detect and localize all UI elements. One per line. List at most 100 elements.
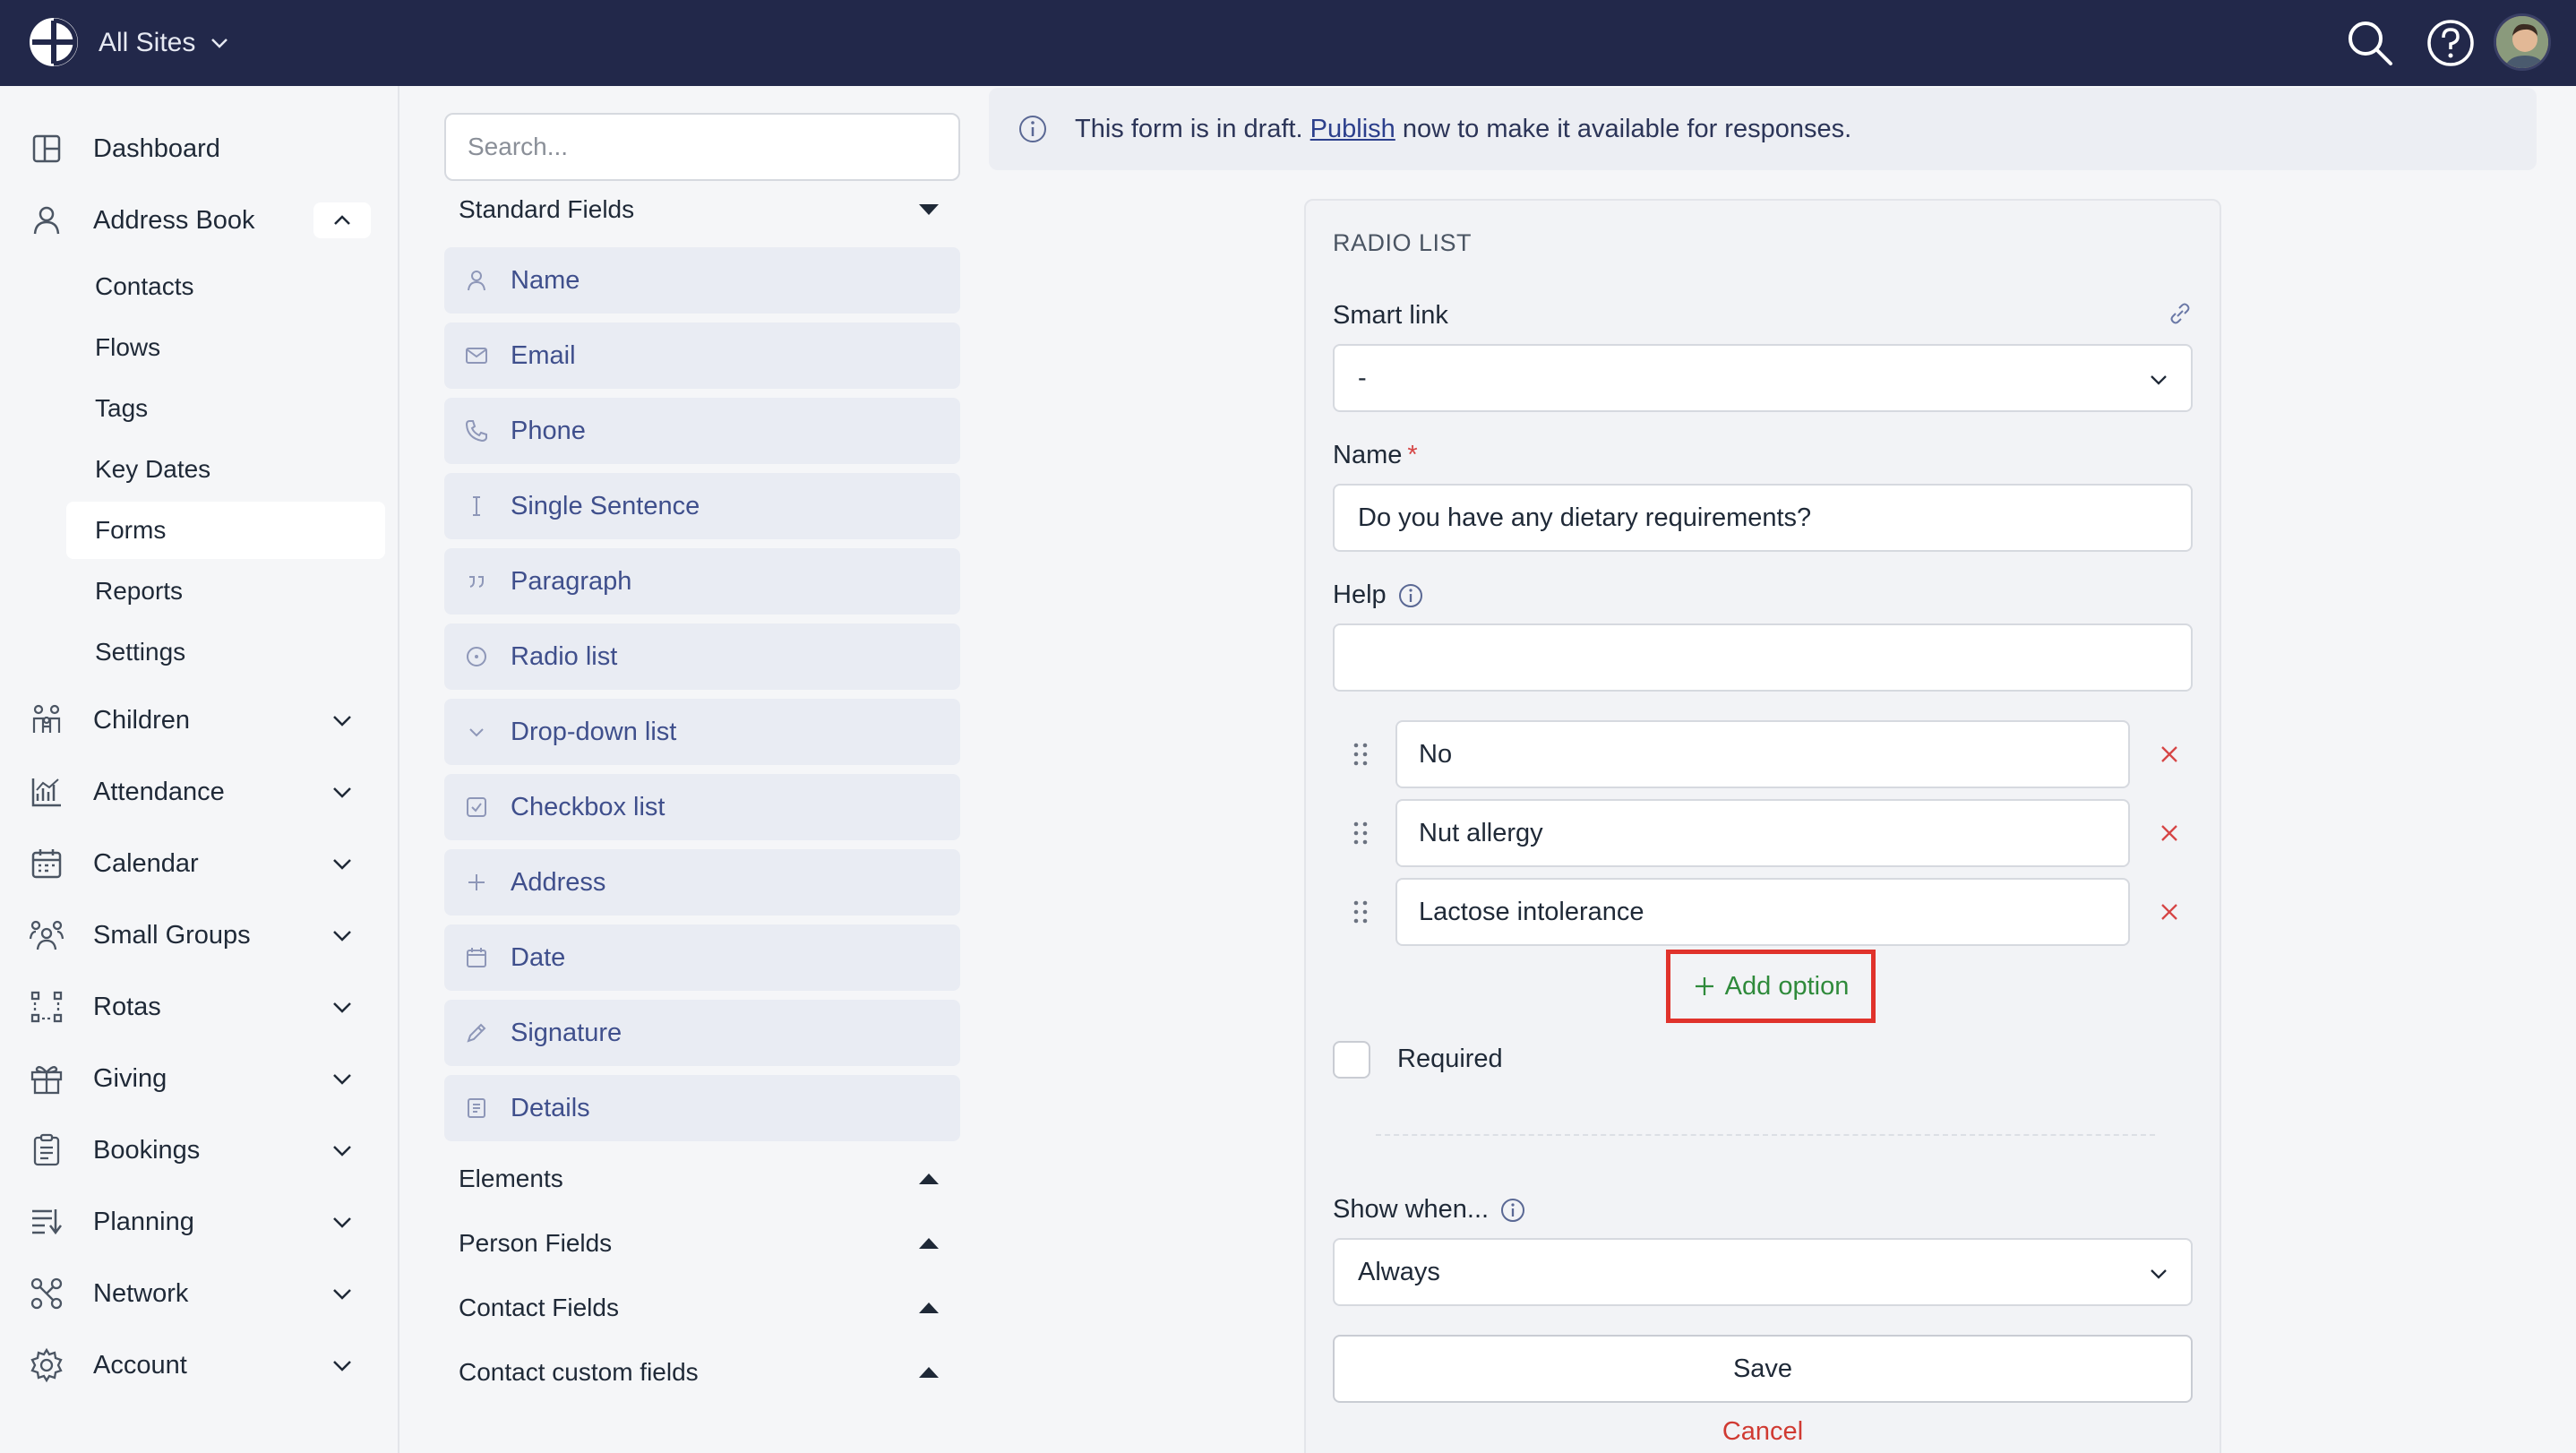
radio-icon bbox=[467, 647, 486, 666]
required-label: Required bbox=[1397, 1045, 1503, 1073]
plus-icon bbox=[1695, 977, 1713, 995]
remove-option-icon[interactable] bbox=[2159, 901, 2180, 923]
help-field[interactable] bbox=[1333, 623, 2193, 692]
option-input[interactable]: Lactose intolerance bbox=[1395, 878, 2130, 946]
show-when-value: Always bbox=[1358, 1257, 1440, 1286]
sidebar-item-label: Account bbox=[93, 1350, 187, 1380]
avatar[interactable] bbox=[2494, 13, 2551, 71]
sidebar-item-calendar[interactable]: Calendar bbox=[0, 832, 399, 895]
field-button-address[interactable]: Address bbox=[444, 849, 960, 916]
info-icon[interactable] bbox=[1397, 582, 1424, 609]
smart-link-select[interactable]: - bbox=[1333, 344, 2193, 412]
rotas-icon bbox=[30, 991, 63, 1023]
sidebar-item-children[interactable]: Children bbox=[0, 689, 399, 752]
field-button-phone[interactable]: Phone bbox=[444, 398, 960, 464]
caret-up-icon bbox=[919, 1367, 939, 1378]
smart-link-value: - bbox=[1358, 363, 1367, 392]
option-row: Nut allergy bbox=[1333, 799, 2193, 867]
drag-handle-icon[interactable] bbox=[1352, 742, 1369, 767]
sidebar-item-label: Calendar bbox=[93, 848, 199, 878]
group-label: Standard Fields bbox=[459, 195, 635, 223]
sidebar-item-rotas[interactable]: Rotas bbox=[0, 976, 399, 1038]
name-value: Do you have any dietary requirements? bbox=[1358, 503, 1812, 532]
field-button-date[interactable]: Date bbox=[444, 924, 960, 991]
sidebar-subitem-reports[interactable]: Reports bbox=[66, 563, 385, 620]
field-button-paragraph[interactable]: Paragraph bbox=[444, 548, 960, 615]
field-button-name[interactable]: Name bbox=[444, 247, 960, 314]
field-button-single-sentence[interactable]: Single Sentence bbox=[444, 473, 960, 539]
field-button-drop-down-list[interactable]: Drop-down list bbox=[444, 699, 960, 765]
sidebar-subitem-key-dates[interactable]: Key Dates bbox=[66, 441, 385, 498]
cancel-link[interactable]: Cancel bbox=[1306, 1417, 2220, 1447]
remove-option-icon[interactable] bbox=[2159, 744, 2180, 765]
drag-handle-icon[interactable] bbox=[1352, 821, 1369, 846]
group-contact-custom-fields[interactable]: Contact custom fields bbox=[444, 1347, 960, 1397]
details-icon bbox=[468, 1098, 485, 1118]
field-button-details[interactable]: Details bbox=[444, 1075, 960, 1141]
network-icon bbox=[30, 1277, 63, 1310]
drag-handle-icon[interactable] bbox=[1352, 899, 1369, 924]
draft-banner-text: This form is in draft. Publish now to ma… bbox=[1075, 115, 1851, 144]
text-cursor-icon bbox=[473, 496, 480, 516]
collapse-toggle[interactable] bbox=[313, 202, 371, 238]
show-when-select[interactable]: Always bbox=[1333, 1238, 2193, 1306]
group-person-fields[interactable]: Person Fields bbox=[444, 1218, 960, 1268]
info-icon[interactable] bbox=[1499, 1197, 1526, 1224]
group-icon bbox=[29, 920, 64, 950]
group-standard-fields[interactable]: Standard Fields bbox=[444, 185, 960, 235]
option-input[interactable]: No bbox=[1395, 720, 2130, 788]
field-button-checkbox-list[interactable]: Checkbox list bbox=[444, 774, 960, 840]
add-option-label: Add option bbox=[1724, 971, 1850, 1001]
sidebar-item-account[interactable]: Account bbox=[0, 1334, 399, 1397]
required-checkbox[interactable] bbox=[1333, 1041, 1370, 1079]
dashboard-icon bbox=[32, 134, 61, 163]
name-field[interactable]: Do you have any dietary requirements? bbox=[1333, 484, 2193, 552]
caret-up-icon bbox=[919, 1303, 939, 1313]
search-icon[interactable] bbox=[2343, 16, 2397, 70]
field-button-signature[interactable]: Signature bbox=[444, 1000, 960, 1066]
chevron-down-icon bbox=[2151, 375, 2167, 385]
option-input[interactable]: Nut allergy bbox=[1395, 799, 2130, 867]
gear-icon bbox=[30, 1347, 63, 1383]
sidebar-item-label: Attendance bbox=[93, 777, 225, 806]
help-label: Help bbox=[1333, 580, 1424, 610]
publish-link[interactable]: Publish bbox=[1310, 115, 1395, 143]
sidebar-item-bookings[interactable]: Bookings bbox=[0, 1119, 399, 1182]
sidebar-item-giving[interactable]: Giving bbox=[0, 1047, 399, 1110]
chevron-down-icon bbox=[333, 1289, 351, 1300]
sidebar-item-small-groups[interactable]: Small Groups bbox=[0, 904, 399, 967]
sidebar-subitem-flows[interactable]: Flows bbox=[66, 319, 385, 376]
person-icon bbox=[468, 271, 485, 291]
field-search-input[interactable] bbox=[444, 113, 960, 181]
field-label: Paragraph bbox=[511, 566, 632, 596]
field-label: Phone bbox=[511, 416, 586, 445]
banner-text-after: now to make it available for responses. bbox=[1395, 114, 1852, 143]
field-button-email[interactable]: Email bbox=[444, 322, 960, 389]
remove-option-icon[interactable] bbox=[2159, 822, 2180, 844]
sidebar-item-attendance[interactable]: Attendance bbox=[0, 761, 399, 823]
save-button[interactable]: Save bbox=[1333, 1335, 2193, 1403]
sidebar-item-label: Address Book bbox=[93, 205, 255, 235]
link-icon[interactable] bbox=[2166, 299, 2194, 328]
site-switcher[interactable]: All Sites bbox=[99, 0, 231, 86]
sidebar-item-network[interactable]: Network bbox=[0, 1262, 399, 1325]
sidebar-subitem-tags[interactable]: Tags bbox=[66, 380, 385, 437]
chevron-down-icon bbox=[333, 1146, 351, 1156]
field-button-radio-list[interactable]: Radio list bbox=[444, 623, 960, 690]
user-photo bbox=[2496, 16, 2548, 68]
sidebar-subitem-settings[interactable]: Settings bbox=[66, 623, 385, 681]
sidebar-item-dashboard[interactable]: Dashboard bbox=[0, 117, 399, 180]
globe-logo-icon[interactable] bbox=[27, 15, 81, 69]
sidebar-subitem-forms[interactable]: Forms bbox=[66, 502, 385, 559]
group-elements[interactable]: Elements bbox=[444, 1154, 960, 1204]
chevron-down-icon bbox=[333, 931, 351, 941]
sidebar-item-planning[interactable]: Planning bbox=[0, 1191, 399, 1253]
sidebar-subitem-contacts[interactable]: Contacts bbox=[66, 258, 385, 315]
help-icon[interactable] bbox=[2424, 16, 2477, 70]
sidebar-item-address-book[interactable]: Address Book bbox=[0, 189, 399, 252]
help-label-text: Help bbox=[1333, 580, 1387, 609]
attendance-chart-icon bbox=[31, 778, 61, 807]
add-option-button[interactable]: Add option bbox=[1666, 950, 1876, 1023]
group-contact-fields[interactable]: Contact Fields bbox=[444, 1283, 960, 1333]
children-icon bbox=[32, 704, 61, 733]
